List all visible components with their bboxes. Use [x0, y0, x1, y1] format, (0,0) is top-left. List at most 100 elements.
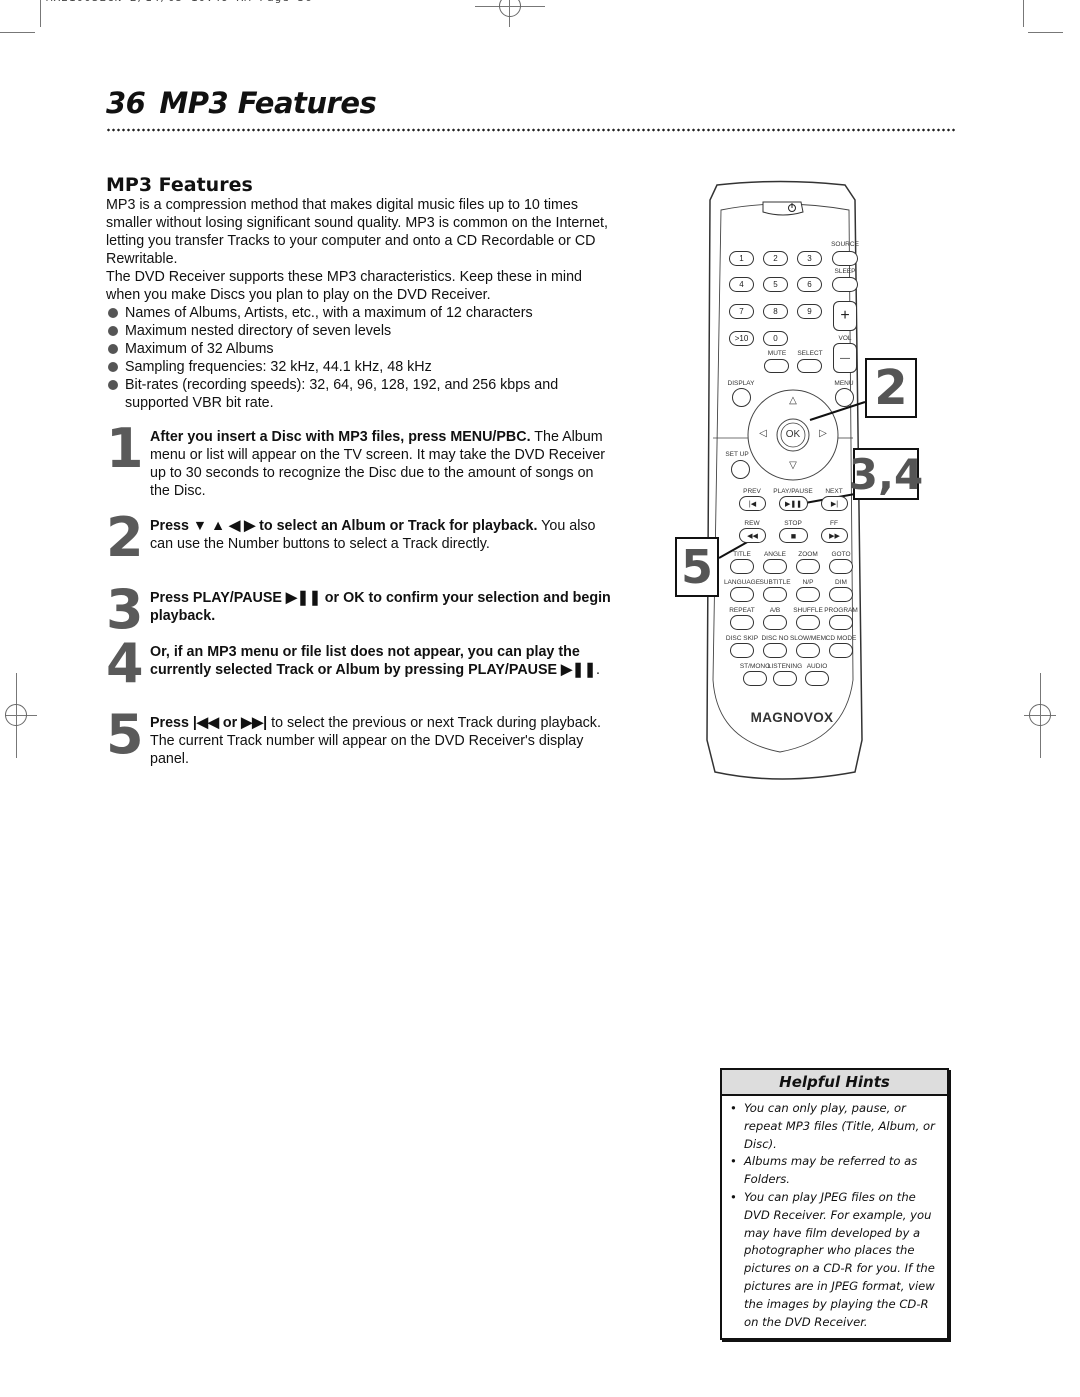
disc-skip-button[interactable] [730, 643, 754, 658]
step-number: 5 [106, 703, 144, 766]
nav-up-button[interactable]: △ [789, 395, 797, 406]
nav-right-button[interactable]: ▷ [819, 428, 827, 439]
st-mono-button[interactable] [743, 671, 767, 686]
a-b-label: A/B [769, 607, 781, 614]
zoom-label: ZOOM [798, 551, 818, 558]
cd-mode-button[interactable] [829, 643, 853, 658]
play-pause-label: PLAY/PAUSE [773, 488, 813, 495]
menu-label: MENU [834, 380, 854, 387]
volume-up-button[interactable]: + [833, 301, 857, 331]
stop-button[interactable]: ■ [779, 528, 808, 543]
shuffle-button[interactable] [796, 615, 820, 630]
program-label: PROGRAM [824, 607, 858, 614]
number-button-7[interactable]: 7 [729, 304, 754, 319]
number-button-1[interactable]: 1 [729, 251, 754, 266]
callout-step-5: 5 [675, 537, 719, 597]
crop-mark [40, 0, 41, 27]
select-button[interactable] [797, 359, 822, 373]
step-instruction: Or, if an MP3 menu or file list does not… [150, 644, 596, 678]
subtitle-label: SUBTITLE [759, 579, 791, 586]
rew-button[interactable]: ◀◀ [739, 528, 766, 543]
setup-button[interactable] [731, 460, 750, 479]
bullet-icon [108, 380, 118, 390]
number-button-0[interactable]: 0 [763, 331, 788, 346]
section-title: MP3 Features [106, 174, 253, 196]
number-button-6[interactable]: 6 [797, 277, 822, 292]
step-3: 3 Press PLAY/PAUSE ▶❚❚ or OK to confirm … [106, 583, 611, 637]
ok-button[interactable]: OK [786, 429, 800, 440]
listening-button[interactable] [773, 671, 797, 686]
callout-step-3-4: 3,4 [848, 448, 924, 500]
bullet-icon: • [730, 1101, 737, 1115]
n-p-button[interactable] [796, 587, 820, 602]
ff-button[interactable]: ▶▶ [821, 528, 848, 543]
step-number: 2 [106, 506, 144, 569]
angle-button[interactable] [763, 559, 787, 574]
repeat-button[interactable] [730, 615, 754, 630]
a-b-button[interactable] [763, 615, 787, 630]
subtitle-button[interactable] [763, 587, 787, 602]
disc-no-button[interactable] [763, 643, 787, 658]
number-button-2[interactable]: 2 [763, 251, 788, 266]
bullet-icon [108, 344, 118, 354]
page-title: 36 MP3 Features [106, 86, 377, 120]
step-instruction: After you insert a Disc with MP3 files, … [150, 429, 531, 445]
helpful-hints-title: Helpful Hints [722, 1070, 947, 1096]
callout-step-2: 2 [865, 358, 917, 418]
nav-left-button[interactable]: ◁ [759, 428, 767, 439]
audio-button[interactable] [805, 671, 829, 686]
number-button-4[interactable]: 4 [729, 277, 754, 292]
support-paragraph: The DVD Receiver supports these MP3 char… [106, 269, 582, 303]
nav-down-button[interactable]: ▽ [789, 460, 797, 471]
play-pause-button[interactable]: ▶❚❚ [779, 496, 808, 511]
language-button[interactable] [730, 587, 754, 602]
program-button[interactable] [829, 615, 853, 630]
list-item: Bit-rates (recording speeds): 32, 64, 96… [106, 376, 611, 412]
intro-section: MP3 Features MP3 is a compression method… [106, 174, 611, 412]
slow-mem-button[interactable] [796, 643, 820, 658]
prev-button[interactable]: |◀ [739, 496, 766, 511]
zoom-button[interactable] [796, 559, 820, 574]
sleep-button[interactable] [832, 277, 858, 292]
slow-mem-label: SLOW/MEM [789, 635, 827, 642]
disc-no-label: DISC NO [761, 635, 789, 642]
ff-label: FF [830, 520, 838, 527]
title-button[interactable] [730, 559, 754, 574]
number-button-5[interactable]: 5 [763, 277, 788, 292]
number-button-8[interactable]: 8 [763, 304, 788, 319]
volume-down-button[interactable]: — [833, 343, 857, 373]
brand-logo: MAGNOVOX [750, 710, 834, 725]
number-button-plus10[interactable]: >10 [729, 331, 754, 346]
display-label: DISPLAY [727, 380, 755, 387]
disc-skip-label: DISC SKIP [725, 635, 759, 642]
stop-label: STOP [784, 520, 802, 527]
next-label: NEXT [825, 488, 843, 495]
number-button-3[interactable]: 3 [797, 251, 822, 266]
dotted-divider [106, 128, 956, 132]
bullet-icon [108, 362, 118, 372]
hint-item: • You can play JPEG files on the DVD Rece… [730, 1189, 935, 1329]
number-button-9[interactable]: 9 [797, 304, 822, 319]
mute-button[interactable] [764, 359, 789, 373]
audio-label: AUDIO [806, 663, 828, 670]
step-5: 5 Press |◀◀ or ▶▶| to select the previou… [106, 708, 611, 768]
step-number: 1 [106, 417, 144, 480]
title-label: TITLE [733, 551, 751, 558]
intro-paragraph: MP3 is a compression method that makes d… [106, 197, 608, 267]
bullet-icon: • [730, 1154, 737, 1169]
step-instruction: Press PLAY/PAUSE ▶❚❚ or OK to confirm yo… [150, 590, 611, 624]
characteristics-list: Names of Albums, Artists, etc., with a m… [106, 304, 611, 412]
cd-mode-label: CD MODE [825, 635, 857, 642]
source-button[interactable] [832, 251, 858, 266]
st-mono-label: ST/MONO [739, 663, 771, 670]
goto-button[interactable] [829, 559, 853, 574]
hint-item: • Albums may be referred to as Folders. [730, 1154, 918, 1187]
angle-label: ANGLE [763, 551, 787, 558]
dim-button[interactable] [829, 587, 853, 602]
display-button[interactable] [732, 388, 751, 407]
menu-button[interactable] [835, 388, 854, 407]
language-label: LANGUAGE [723, 579, 761, 586]
list-item: Sampling frequencies: 32 kHz, 44.1 kHz, … [106, 358, 611, 376]
repeat-label: REPEAT [729, 607, 755, 614]
next-button[interactable]: ▶| [821, 496, 848, 511]
